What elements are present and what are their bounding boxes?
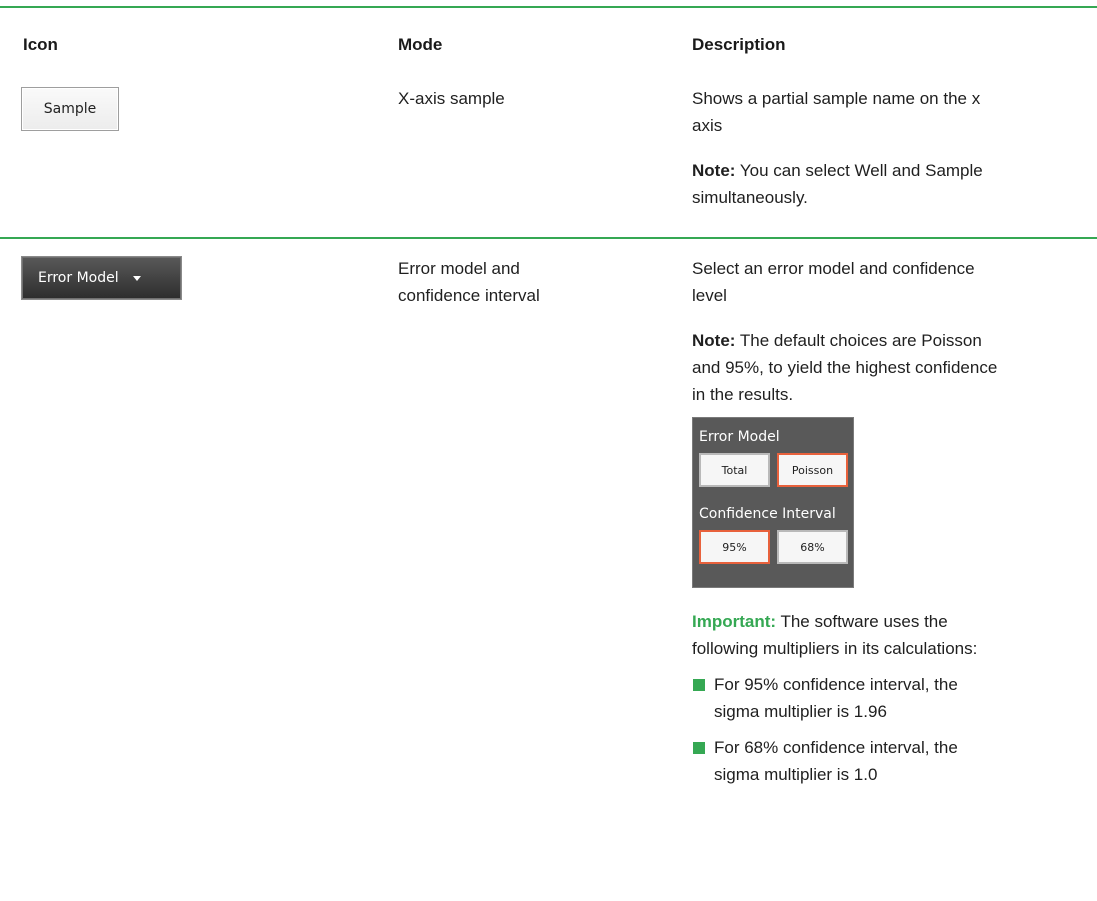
header-mode: Mode [398,35,443,54]
mode-error-model: Error model and confidence interval [398,259,540,305]
note-label: Note: [692,161,736,180]
panel-confidence-interval-title: Confidence Interval [699,506,836,522]
total-button: Total [699,453,770,487]
poisson-button: Poisson [777,453,848,487]
important-label: Important: [692,612,777,631]
note-label: Note: [692,331,736,350]
mode-x-axis-sample: X-axis sample [398,89,505,108]
error-model-dropdown-icon: Error Model [21,256,182,300]
error-model-icon-cell: Error Model [21,256,182,300]
header-icon: Icon [23,35,58,54]
multiplier-list: For 95% confidence interval, the sigma m… [692,671,1002,788]
note-paragraph: Note: You can select Well and Sample sim… [692,157,1002,211]
ci-68-button: 68% [777,530,848,564]
list-item: For 95% confidence interval, the sigma m… [692,671,1002,725]
list-item: For 68% confidence interval, the sigma m… [692,734,1002,788]
table-row-sample: Sample X-axis sample Shows a partial sam… [0,73,1097,237]
bullet-text: For 68% confidence interval, the sigma m… [714,738,958,784]
header-description: Description [692,35,786,54]
ci-95-button: 95% [699,530,770,564]
caret-down-icon [132,275,141,281]
description-text: Shows a partial sample name on the x axi… [692,89,981,135]
table-header-row: Icon Mode Description [0,8,1097,73]
green-square-bullet-icon [693,679,705,691]
green-square-bullet-icon [693,742,705,754]
note-text: You can select Well and Sample simultane… [692,161,983,207]
note-text: The default choices are Poisson and 95%,… [692,331,998,404]
error-model-label: Error Model [38,270,119,286]
sample-icon-cell: Sample [21,87,119,131]
sample-button-icon: Sample [21,87,119,131]
description-error-model: Select an error model and confidence lev… [692,255,1002,788]
description-text: Select an error model and confidence lev… [692,259,975,305]
bullet-text: For 95% confidence interval, the sigma m… [714,675,958,721]
description-sample: Shows a partial sample name on the x axi… [692,85,1002,211]
error-model-popup-image: Error Model Total Poisson Confidence Int… [692,417,854,588]
panel-error-model-title: Error Model [699,429,780,445]
icon-mode-description-table: Icon Mode Description Sample X-axis samp… [0,6,1097,879]
table-row-error-model: Error Model Error model and confidence i… [0,239,1097,879]
note-paragraph: Note: The default choices are Poisson an… [692,327,1002,408]
important-paragraph: Important: The software uses the followi… [692,608,1002,662]
